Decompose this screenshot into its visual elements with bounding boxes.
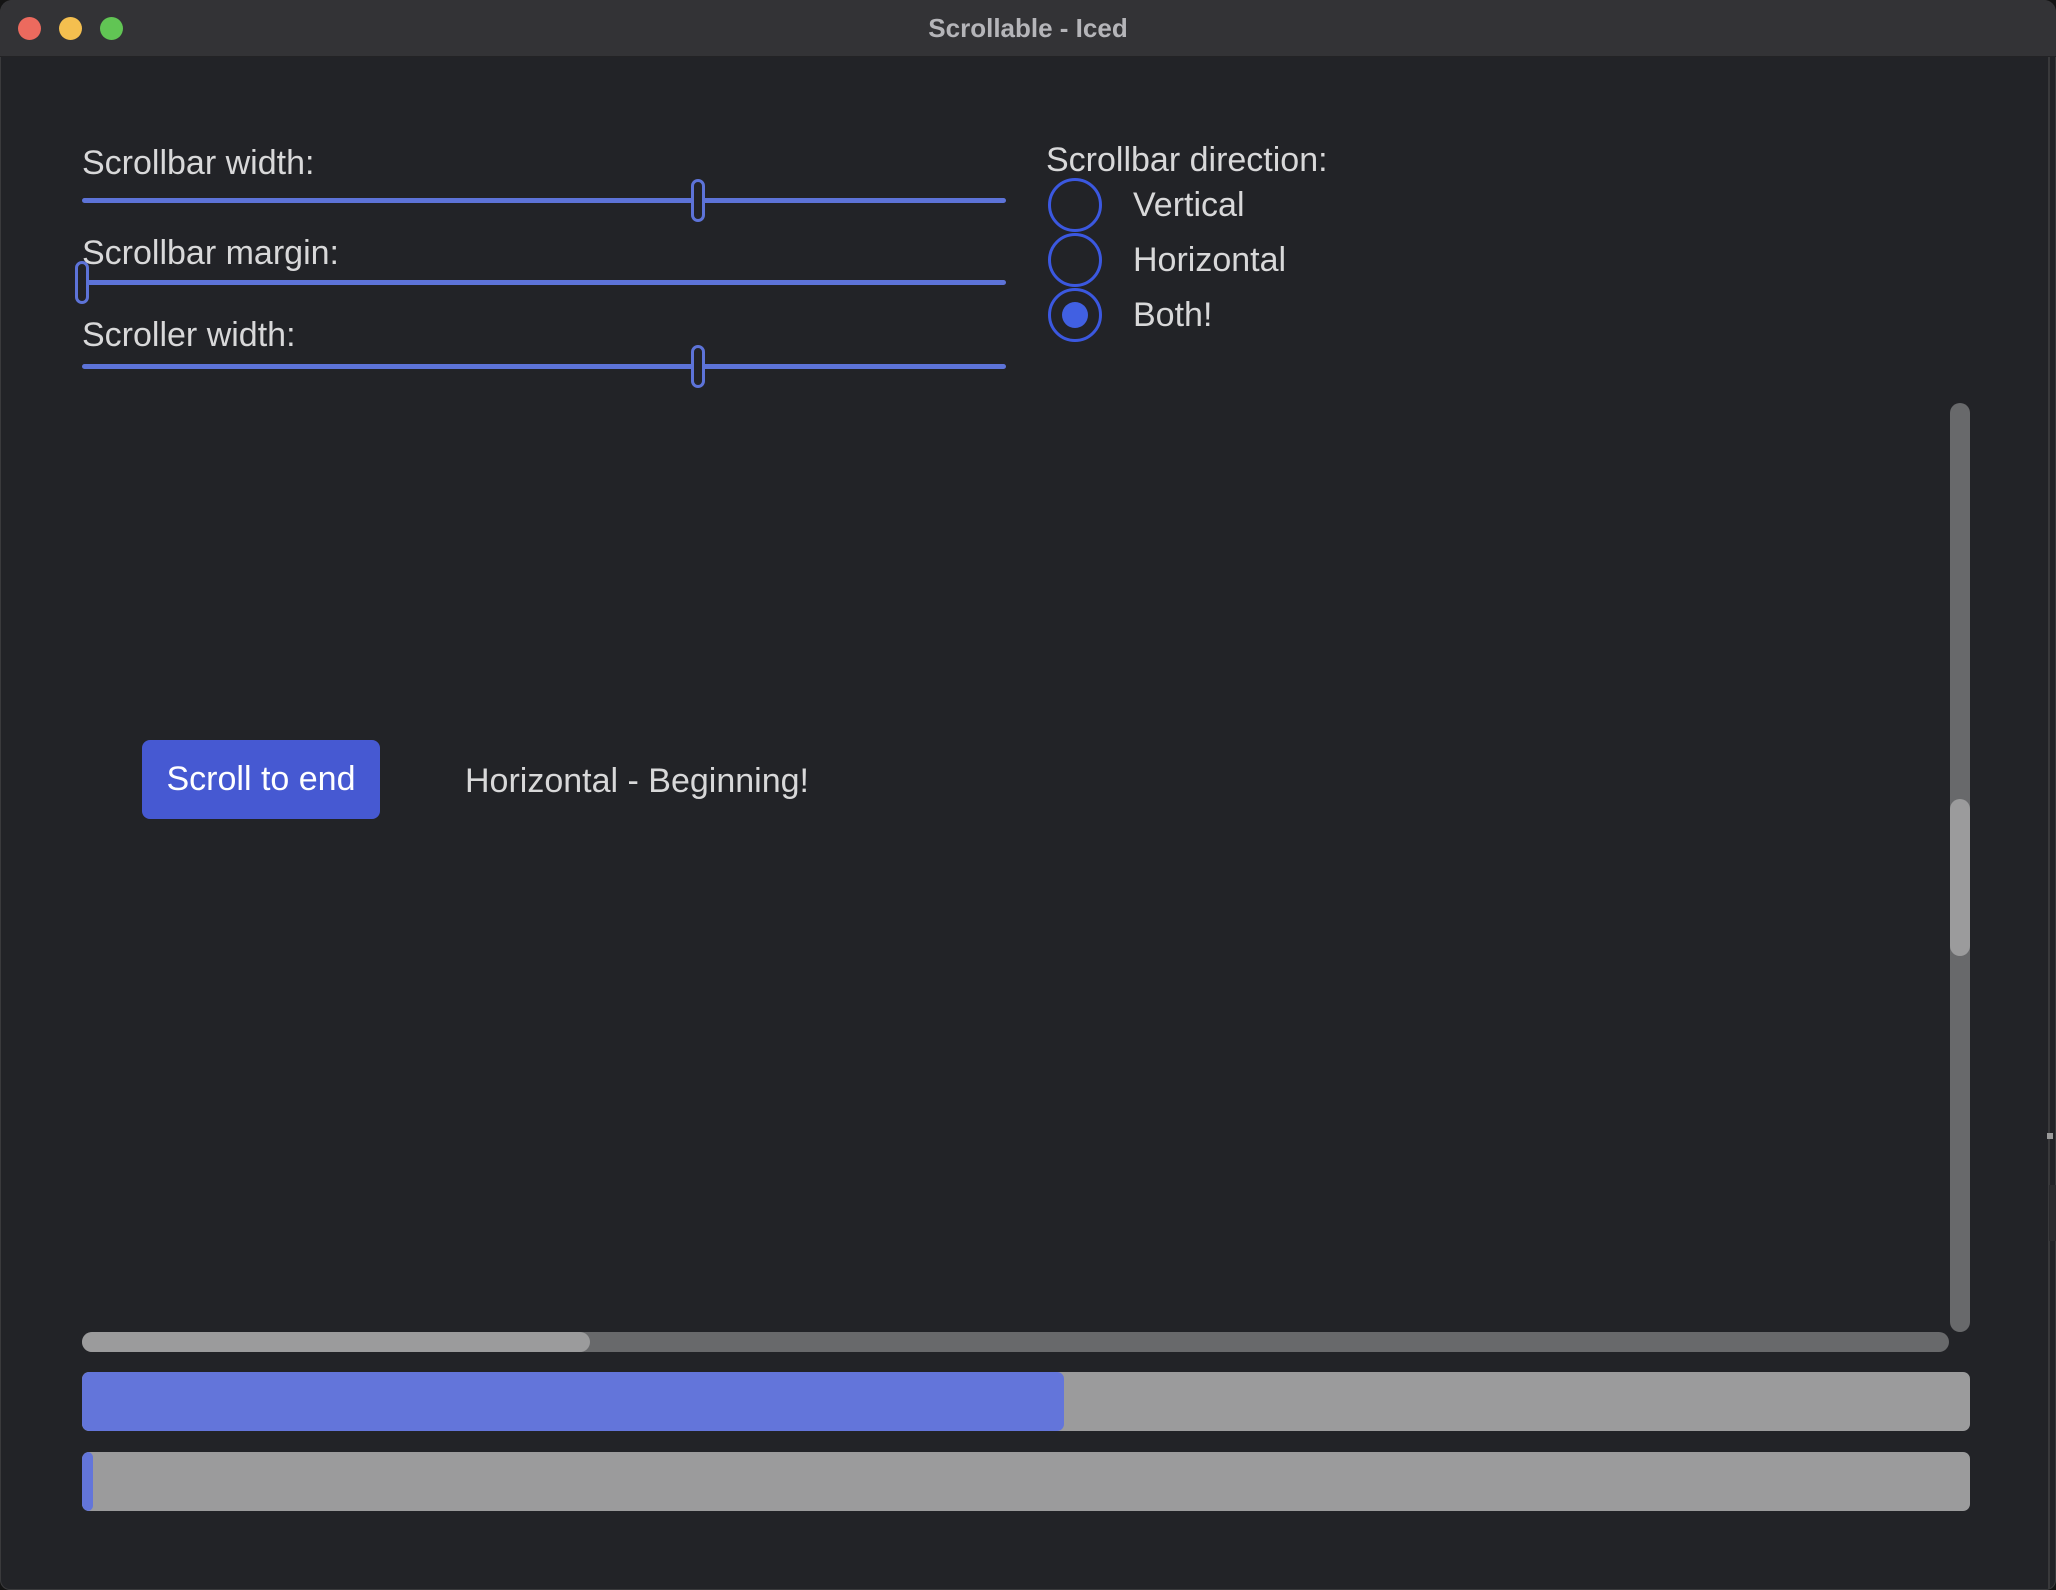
window-title: Scrollable - Iced <box>0 0 2056 57</box>
vertical-progress-bar <box>82 1372 1970 1431</box>
scroll-status-text: Horizontal - Beginning! <box>465 759 809 803</box>
title-bar: Scrollable - Iced <box>0 0 2056 57</box>
radio-horizontal-label: Horizontal <box>1133 241 1286 280</box>
radio-dot <box>1062 247 1088 273</box>
vertical-scrollbar-thumb[interactable] <box>1950 799 1970 956</box>
radio-circle-icon[interactable] <box>1048 288 1102 342</box>
scroll-to-end-button[interactable]: Scroll to end <box>142 740 380 819</box>
slider-handle[interactable] <box>691 179 705 222</box>
slider-handle[interactable] <box>75 261 89 304</box>
radio-dot <box>1062 302 1088 328</box>
radio-both-label: Both! <box>1133 296 1212 335</box>
radio-circle-icon[interactable] <box>1048 178 1102 232</box>
native-scrollbar-tick <box>2047 1133 2053 1139</box>
horizontal-scrollbar-thumb[interactable] <box>82 1332 590 1352</box>
app-window: Scrollable - Iced Scrollbar width: Scrol… <box>0 0 2056 1590</box>
horizontal-progress-bar <box>82 1452 1970 1511</box>
radio-both[interactable]: Both! <box>1048 288 1212 342</box>
radio-vertical[interactable]: Vertical <box>1048 178 1245 232</box>
scrollbar-margin-slider[interactable] <box>82 261 1006 304</box>
progress-fill <box>82 1452 93 1511</box>
radio-horizontal[interactable]: Horizontal <box>1048 233 1286 287</box>
slider-rail <box>82 364 1006 369</box>
radio-vertical-label: Vertical <box>1133 186 1245 225</box>
native-scrollbar-segment <box>2049 1185 2056 1241</box>
radio-circle-icon[interactable] <box>1048 233 1102 287</box>
window-right-edge <box>2048 57 2050 1590</box>
radio-dot <box>1062 192 1088 218</box>
slider-rail <box>82 198 1006 203</box>
scroller-width-slider[interactable] <box>82 345 1006 388</box>
scrollbar-width-slider[interactable] <box>82 179 1006 222</box>
horizontal-scrollbar-track[interactable] <box>82 1332 1949 1352</box>
slider-handle[interactable] <box>691 345 705 388</box>
progress-fill <box>82 1372 1064 1431</box>
scrollbar-direction-label: Scrollbar direction: <box>1046 138 1328 182</box>
vertical-scrollbar-track[interactable] <box>1950 403 1970 1332</box>
slider-rail <box>82 280 1006 285</box>
